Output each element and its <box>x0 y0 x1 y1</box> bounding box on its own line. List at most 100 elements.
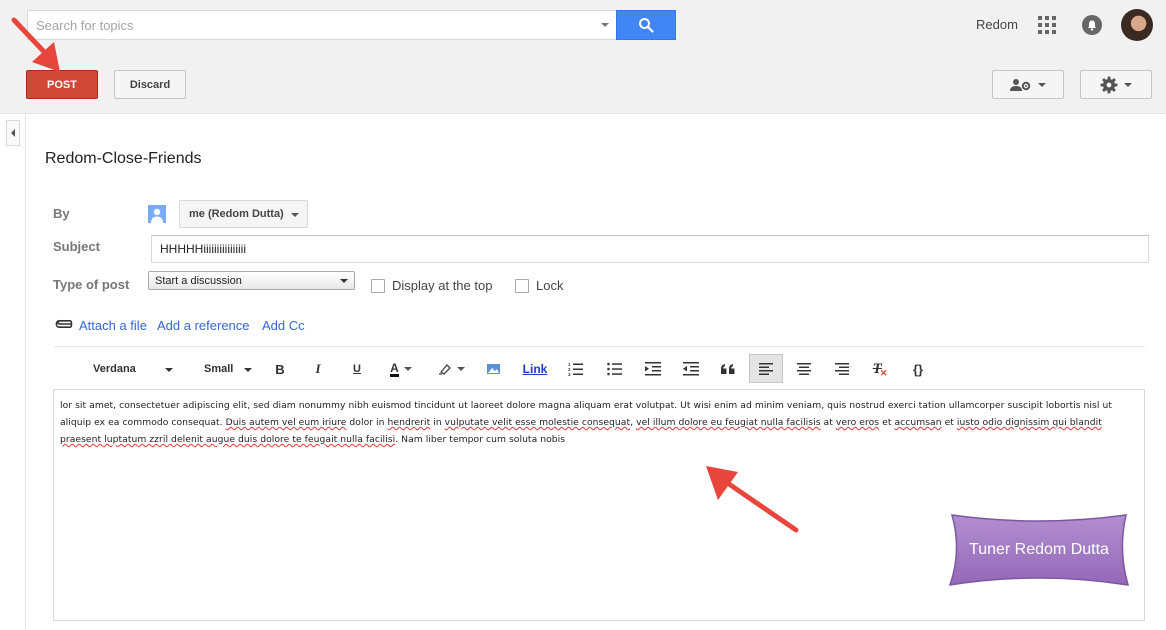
outdent-icon <box>683 362 699 376</box>
editor-text: et <box>879 417 895 428</box>
italic-icon: I <box>315 361 321 376</box>
outdent-button[interactable] <box>678 356 704 382</box>
apps-grid-icon[interactable] <box>1038 16 1056 34</box>
search-button[interactable] <box>616 10 676 40</box>
remove-format-button[interactable]: T ✕ <box>867 356 893 382</box>
insert-image-button[interactable] <box>480 356 506 382</box>
author-select[interactable]: me (Redom Dutta) <box>179 200 308 228</box>
editor-text: in <box>430 417 445 428</box>
user-name[interactable]: Redom <box>976 17 1018 32</box>
quote-icon <box>721 364 735 374</box>
bulleted-list-button[interactable] <box>602 356 628 382</box>
text-color-icon: A <box>390 360 399 377</box>
search-dropdown-caret-icon[interactable] <box>601 23 609 27</box>
editor-text: at <box>820 417 836 428</box>
search-input[interactable] <box>28 11 588 39</box>
gear-icon <box>1100 76 1118 93</box>
indent-button[interactable] <box>640 356 666 382</box>
lock-checkbox[interactable] <box>515 279 529 293</box>
spellcheck-flagged-text: vero eros <box>835 417 880 428</box>
align-right-icon <box>835 363 849 375</box>
chevron-down-icon <box>1038 82 1046 87</box>
quote-button[interactable] <box>715 356 741 382</box>
annotation-arrow-post <box>11 17 60 72</box>
notification-bell-icon[interactable] <box>1082 15 1102 35</box>
chevron-down-icon <box>340 279 348 283</box>
chevron-down-icon <box>1124 82 1132 87</box>
action-bar: POST Discard <box>0 54 1166 114</box>
highlight-icon <box>438 364 451 375</box>
editor-text: et <box>941 417 957 428</box>
spellcheck-flagged-text: vulputate velit esse molestie consequat <box>444 417 631 428</box>
display-at-top-checkbox[interactable] <box>371 279 385 293</box>
author-select-value: me (Redom Dutta) <box>189 208 284 220</box>
people-settings-button[interactable] <box>992 70 1064 99</box>
author-avatar-icon <box>148 205 166 223</box>
italic-button[interactable]: I <box>305 356 331 382</box>
editor-toolbar: Verdana Small B I U A Link 1 2 3 T ✕ {} <box>54 346 1145 389</box>
align-center-icon <box>797 363 811 375</box>
bold-button[interactable]: B <box>267 356 293 382</box>
type-of-post-value: Start a discussion <box>155 274 242 287</box>
annotation-arrow-editor <box>706 466 799 533</box>
people-settings-icon <box>1010 78 1031 91</box>
by-label: By <box>53 206 70 221</box>
spellcheck-flagged-text: vel illum dolore eu feugiat nulla facili… <box>636 417 821 428</box>
chevron-left-icon <box>11 129 15 137</box>
top-bar: Redom <box>0 0 1166 54</box>
settings-button[interactable] <box>1080 70 1152 99</box>
add-reference-link[interactable]: Add a reference <box>157 318 250 333</box>
left-rail <box>0 114 26 630</box>
editor-text: dolor in <box>346 417 388 428</box>
insert-link-button[interactable]: Link <box>520 356 550 382</box>
chevron-down-icon <box>291 213 299 217</box>
chevron-down-icon <box>456 367 465 371</box>
person-icon <box>151 208 163 223</box>
editor-text: . Nam liber tempor cum soluta nobis <box>395 434 566 445</box>
chevron-down-icon[interactable] <box>165 368 173 372</box>
search-box[interactable] <box>27 10 617 40</box>
underline-button[interactable]: U <box>344 356 370 382</box>
chevron-down-icon <box>403 367 412 371</box>
svg-text:3: 3 <box>568 372 571 376</box>
code-icon: {} <box>912 361 924 377</box>
add-cc-link[interactable]: Add Cc <box>262 318 305 333</box>
font-size-select[interactable]: Small <box>204 363 233 375</box>
paperclip-icon <box>55 319 73 328</box>
bell-glyph-icon <box>1088 20 1096 31</box>
collapse-sidebar-button[interactable] <box>6 120 20 146</box>
align-left-icon <box>759 362 773 375</box>
spellcheck-flagged-text: hendrerit <box>387 417 431 428</box>
spellcheck-flagged-text: Duis autem vel eum iriure <box>225 417 347 428</box>
subject-input[interactable] <box>151 235 1149 263</box>
attach-file-link[interactable]: Attach a file <box>79 318 147 333</box>
page-title: Redom-Close-Friends <box>45 150 202 167</box>
chevron-down-icon[interactable] <box>244 368 252 372</box>
align-left-button[interactable] <box>749 354 783 383</box>
display-at-top-label[interactable]: Display at the top <box>392 278 492 293</box>
numbered-list-icon: 1 2 3 <box>568 362 583 376</box>
code-button[interactable]: {} <box>905 356 931 382</box>
remove-x-icon: ✕ <box>879 367 888 378</box>
bold-icon: B <box>275 361 285 377</box>
type-of-post-label: Type of post <box>53 277 130 292</box>
image-icon <box>486 364 500 374</box>
align-center-button[interactable] <box>791 356 817 382</box>
spellcheck-flagged-text: accumsan <box>894 417 942 428</box>
type-of-post-select[interactable]: Start a discussion <box>148 271 355 290</box>
subject-label: Subject <box>53 239 100 254</box>
highlight-button[interactable] <box>434 356 468 382</box>
avatar[interactable] <box>1121 9 1153 41</box>
link-label: Link <box>522 362 548 376</box>
lock-label[interactable]: Lock <box>536 278 563 293</box>
watermark-text: Tuner Redom Dutta <box>969 541 1109 558</box>
search-icon <box>639 18 654 33</box>
discard-button[interactable]: Discard <box>114 70 186 99</box>
bulleted-list-icon <box>607 362 622 376</box>
font-family-select[interactable]: Verdana <box>93 363 136 375</box>
text-color-button[interactable]: A <box>384 356 418 382</box>
indent-icon <box>645 362 661 376</box>
align-right-button[interactable] <box>829 356 855 382</box>
underline-icon: U <box>353 363 361 375</box>
numbered-list-button[interactable]: 1 2 3 <box>563 356 589 382</box>
